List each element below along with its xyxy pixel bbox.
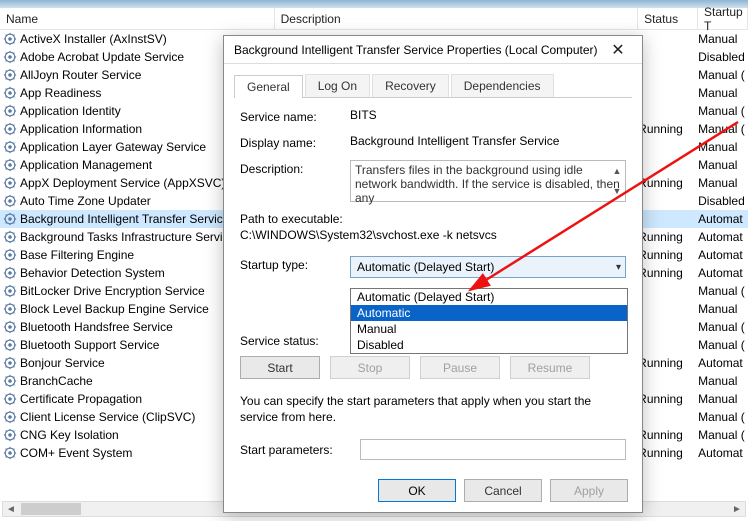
display-name-label: Display name: (240, 134, 350, 150)
ok-button[interactable]: OK (378, 479, 456, 502)
service-startup-type: Automat (698, 446, 748, 460)
service-startup-type: Automat (698, 230, 748, 244)
service-status: Running (638, 428, 698, 442)
scroll-down-icon[interactable]: ▼ (609, 181, 625, 201)
service-startup-type: Manual (698, 158, 748, 172)
service-startup-type: Disabled (698, 50, 748, 64)
apply-button: Apply (550, 479, 628, 502)
tab-log-on[interactable]: Log On (305, 74, 370, 97)
gear-icon (2, 194, 17, 209)
service-startup-type: Automat (698, 356, 748, 370)
service-startup-type: Manual ( (698, 104, 748, 118)
gear-icon (2, 212, 17, 227)
stop-button: Stop (330, 356, 410, 379)
gear-icon (2, 104, 17, 119)
service-startup-type: Automat (698, 266, 748, 280)
gear-icon (2, 338, 17, 353)
gear-icon (2, 410, 17, 425)
pause-button: Pause (420, 356, 500, 379)
close-icon[interactable]: ✕ (598, 40, 638, 60)
cancel-button[interactable]: Cancel (464, 479, 542, 502)
tab-strip: GeneralLog OnRecoveryDependencies (234, 74, 632, 98)
path-label: Path to executable: (240, 212, 626, 226)
service-status: Running (638, 266, 698, 280)
startup-option[interactable]: Manual (351, 321, 627, 337)
properties-dialog: Background Intelligent Transfer Service … (223, 35, 643, 513)
tab-recovery[interactable]: Recovery (372, 74, 449, 97)
service-startup-type: Manual (698, 32, 748, 46)
list-header: Name Description Status Startup T (0, 8, 748, 30)
service-startup-type: Manual ( (698, 338, 748, 352)
header-status[interactable]: Status (638, 8, 698, 29)
dialog-title: Background Intelligent Transfer Service … (234, 43, 598, 57)
startup-type-label: Startup type: (240, 256, 350, 272)
chevron-down-icon: ▾ (616, 262, 621, 273)
gear-icon (2, 50, 17, 65)
gear-icon (2, 122, 17, 137)
service-startup-type: Manual (698, 392, 748, 406)
gear-icon (2, 320, 17, 335)
service-startup-type: Manual ( (698, 68, 748, 82)
service-startup-type: Manual ( (698, 320, 748, 334)
header-description[interactable]: Description (275, 8, 638, 29)
gear-icon (2, 266, 17, 281)
gear-icon (2, 230, 17, 245)
scroll-up-icon[interactable]: ▲ (609, 161, 625, 181)
service-name-value: BITS (350, 108, 626, 122)
tab-dependencies[interactable]: Dependencies (451, 74, 554, 97)
start-params-input[interactable] (360, 439, 626, 460)
service-startup-type: Automat (698, 212, 748, 226)
description-label: Description: (240, 160, 350, 176)
gear-icon (2, 356, 17, 371)
service-startup-type: Manual (698, 374, 748, 388)
service-startup-type: Manual (698, 302, 748, 316)
service-status: Running (638, 356, 698, 370)
service-startup-type: Manual (698, 176, 748, 190)
gear-icon (2, 248, 17, 263)
resume-button: Resume (510, 356, 590, 379)
service-status: Running (638, 248, 698, 262)
service-status: Running (638, 176, 698, 190)
service-startup-type: Disabled (698, 194, 748, 208)
gear-icon (2, 32, 17, 47)
gear-icon (2, 284, 17, 299)
startup-type-dropdown[interactable]: Automatic (Delayed Start)AutomaticManual… (350, 288, 628, 354)
tab-general[interactable]: General (234, 75, 303, 98)
gear-icon (2, 158, 17, 173)
service-startup-type: Manual ( (698, 428, 748, 442)
service-startup-type: Manual ( (698, 410, 748, 424)
gear-icon (2, 302, 17, 317)
gear-icon (2, 176, 17, 191)
startup-option[interactable]: Automatic (351, 305, 627, 321)
startup-option[interactable]: Automatic (Delayed Start) (351, 289, 627, 305)
service-status: Running (638, 230, 698, 244)
start-params-note: You can specify the start parameters tha… (240, 393, 626, 425)
service-startup-type: Manual ( (698, 122, 748, 136)
service-status: Running (638, 392, 698, 406)
gear-icon (2, 86, 17, 101)
description-box[interactable]: Transfers files in the background using … (350, 160, 626, 202)
start-button[interactable]: Start (240, 356, 320, 379)
startup-option[interactable]: Disabled (351, 337, 627, 353)
display-name-value: Background Intelligent Transfer Service (350, 134, 626, 148)
gear-icon (2, 140, 17, 155)
service-status: Running (638, 122, 698, 136)
startup-type-select[interactable]: Automatic (Delayed Start) ▾ (350, 256, 626, 278)
gear-icon (2, 374, 17, 389)
service-startup-type: Automat (698, 248, 748, 262)
gear-icon (2, 446, 17, 461)
header-startup[interactable]: Startup T (698, 8, 748, 29)
path-value: C:\WINDOWS\System32\svchost.exe -k netsv… (240, 228, 626, 242)
gear-icon (2, 68, 17, 83)
service-status: Running (638, 446, 698, 460)
header-name[interactable]: Name (0, 8, 275, 29)
start-params-label: Start parameters: (240, 443, 360, 457)
service-startup-type: Manual (698, 140, 748, 154)
service-status-label: Service status: (240, 334, 350, 348)
gear-icon (2, 428, 17, 443)
service-name-label: Service name: (240, 108, 350, 124)
service-startup-type: Manual ( (698, 284, 748, 298)
service-startup-type: Manual (698, 86, 748, 100)
gear-icon (2, 392, 17, 407)
